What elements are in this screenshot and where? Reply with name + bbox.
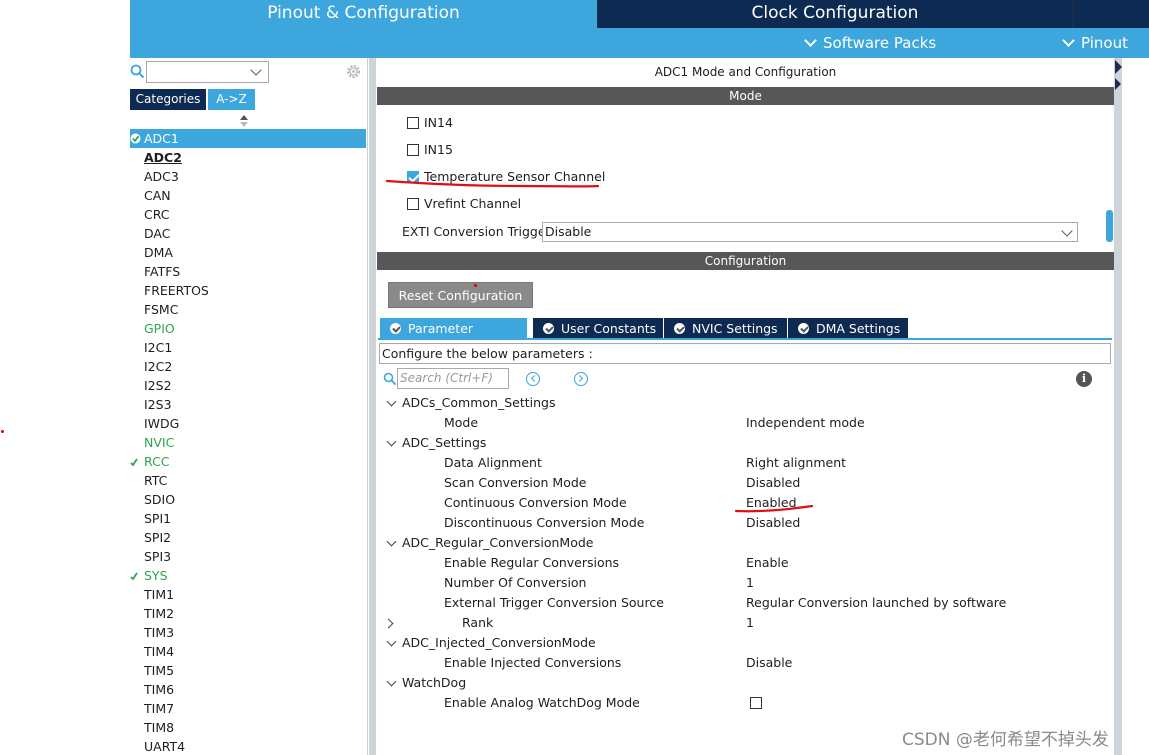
annotation-dot (1, 430, 4, 433)
annotation-underline (734, 504, 814, 513)
annotation-underline (385, 179, 600, 188)
annotation-dot (474, 284, 477, 287)
watermark: CSDN @老何希望不掉头发 (902, 730, 1109, 750)
annotation-overlay (385, 179, 814, 513)
